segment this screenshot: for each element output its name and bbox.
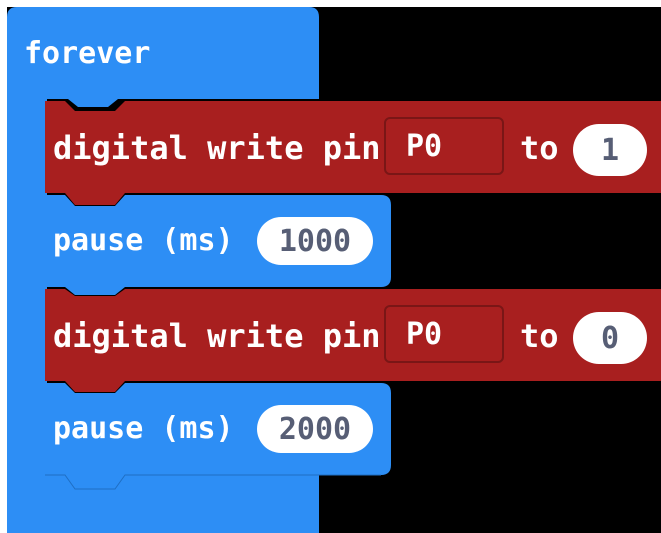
blocks-graphics [7,7,661,533]
to-label-2: to [520,317,559,355]
to-label-1: to [520,129,559,167]
digital-value-input-2[interactable]: 0 [573,312,647,364]
digital-write-label-2: digital write pin [53,317,381,355]
pause-label-2: pause (ms) [53,411,234,446]
pause-label-1: pause (ms) [53,223,234,258]
digital-value-input-1[interactable]: 1 [573,124,647,176]
forever-label: forever [24,36,151,71]
pause-duration-input-1[interactable]: 1000 [257,217,373,265]
pause-duration-input-2[interactable]: 2000 [257,405,373,453]
blocks-workspace[interactable]: forever digital write pin P0 to 1 pause … [7,7,661,533]
pin-dropdown-2[interactable]: P0 [384,305,504,363]
pin-dropdown-1[interactable]: P0 [384,117,504,175]
digital-write-label-1: digital write pin [53,129,381,167]
